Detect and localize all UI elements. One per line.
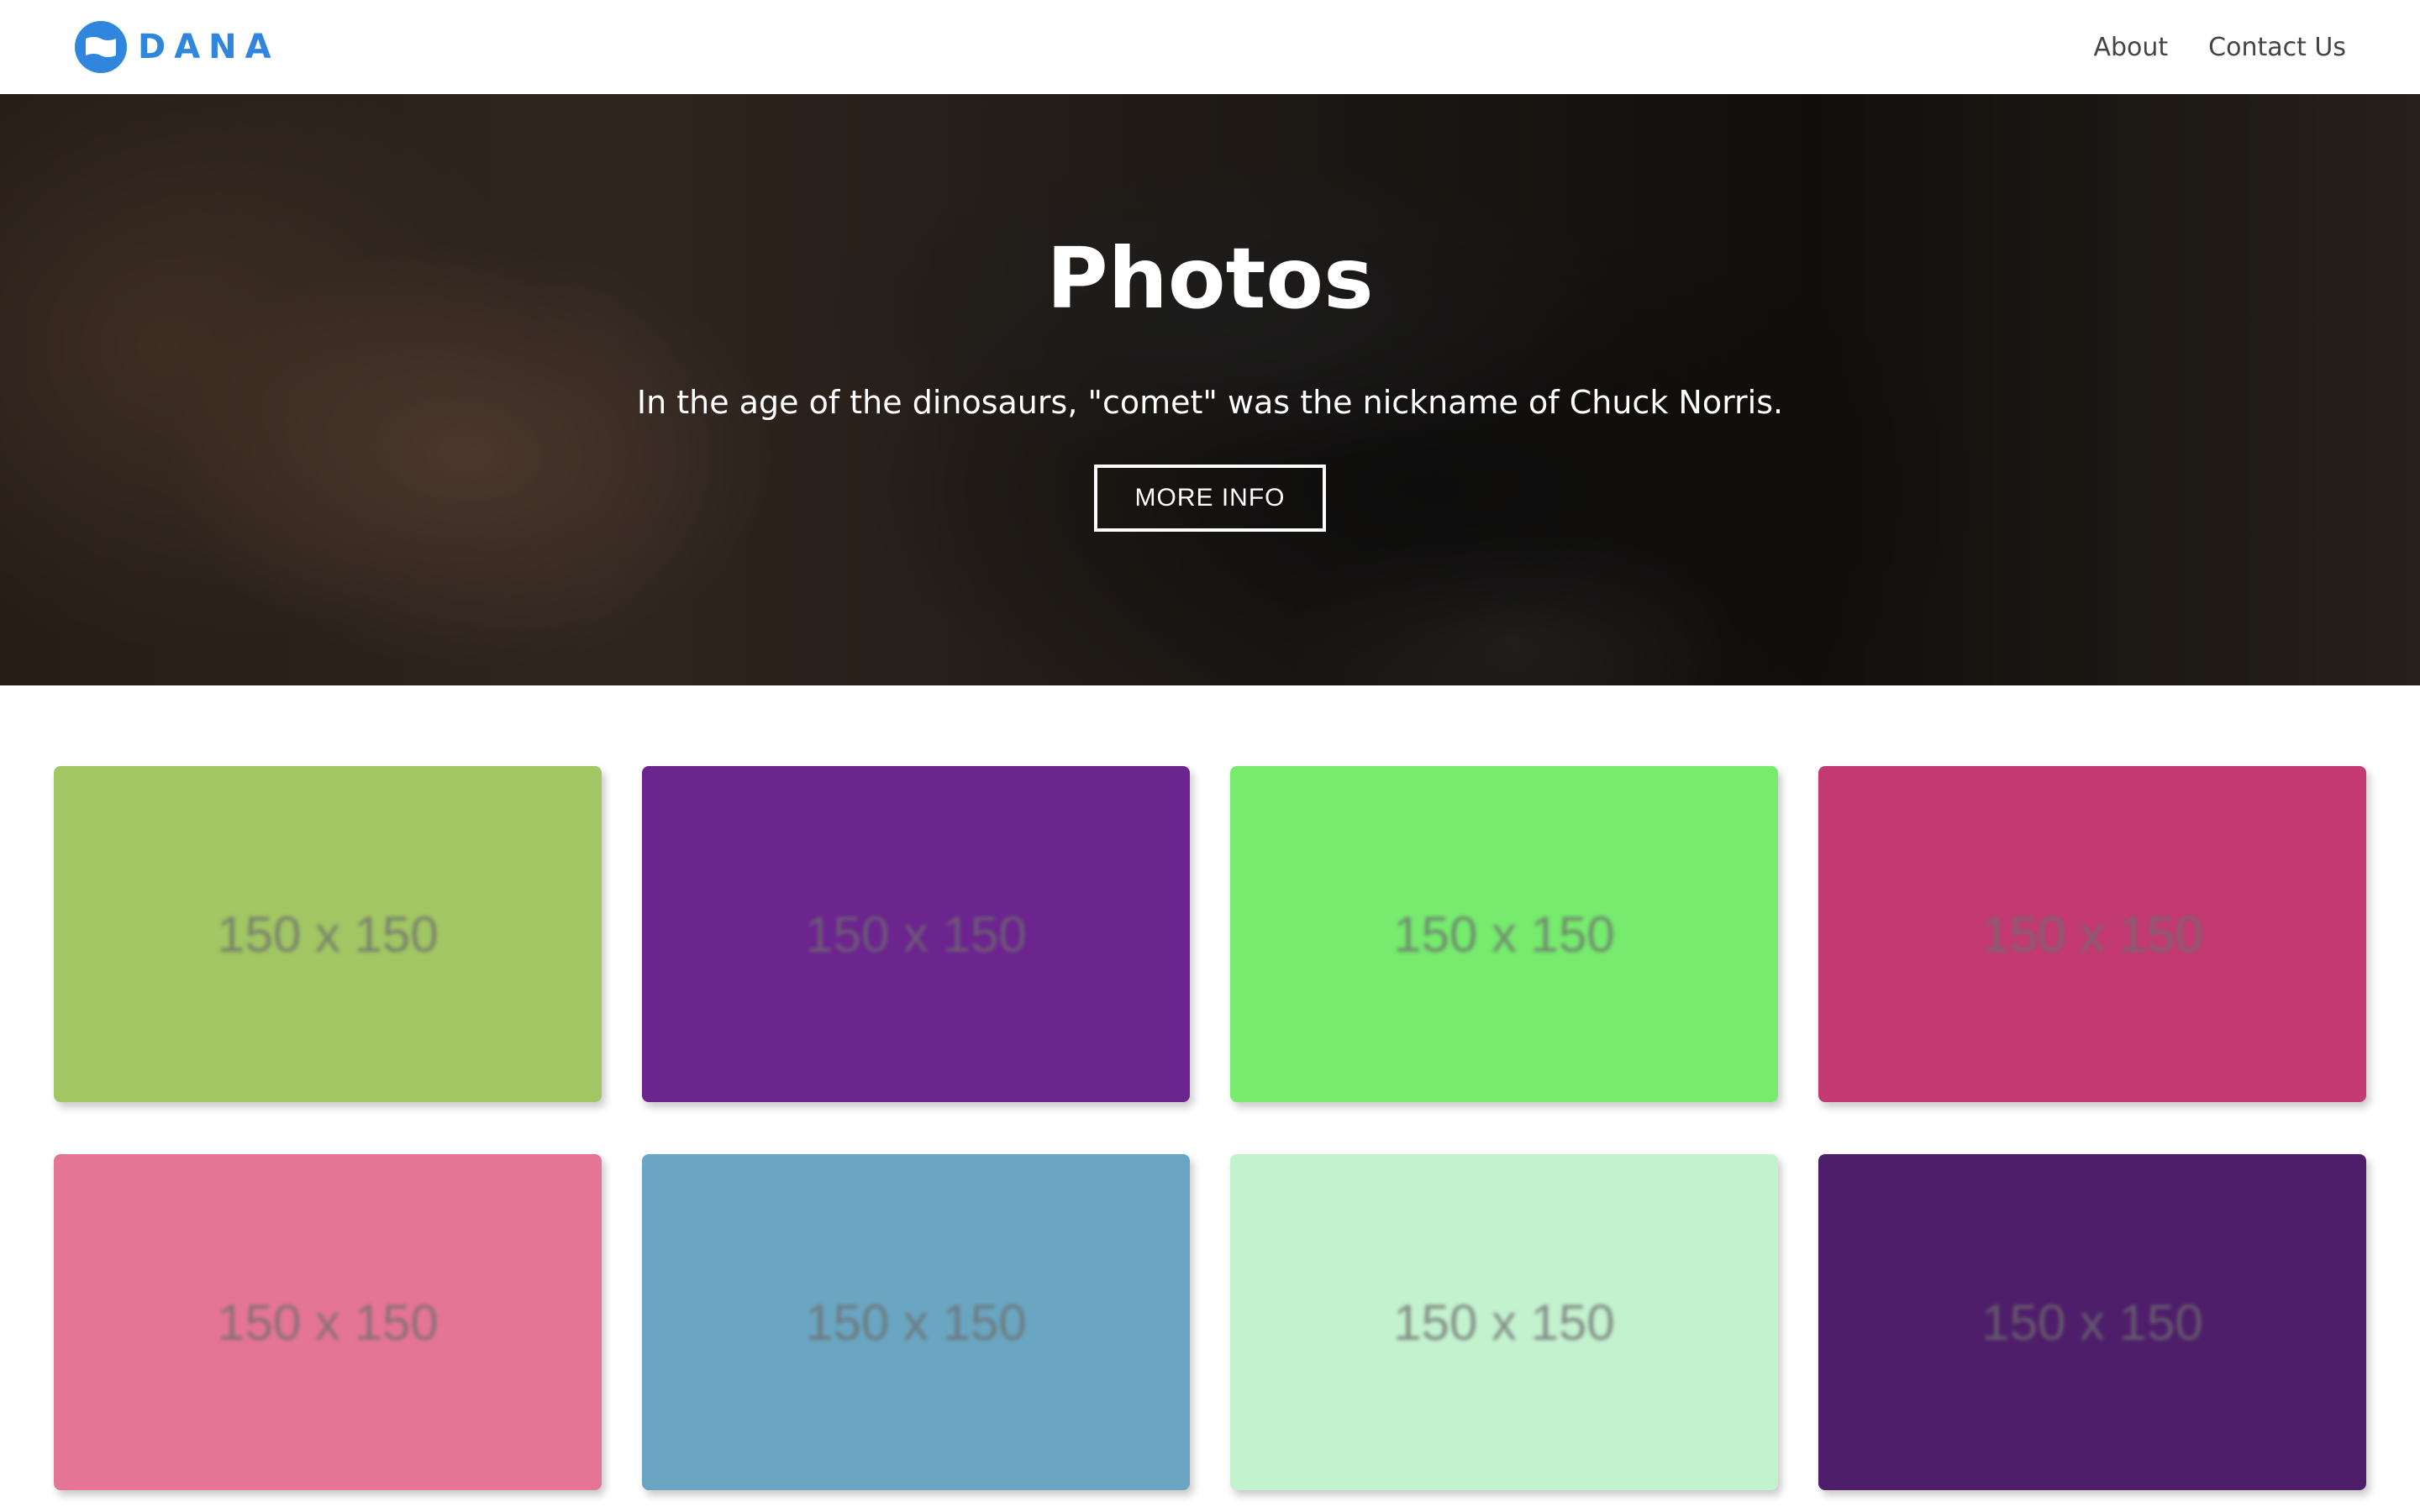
- placeholder-label: 150 x 150: [805, 906, 1027, 963]
- photo-tile[interactable]: 150 x 150: [642, 1154, 1190, 1490]
- hero-subtitle: In the age of the dinosaurs, "comet" was…: [636, 384, 1784, 421]
- placeholder-label: 150 x 150: [217, 1294, 439, 1351]
- placeholder-label: 150 x 150: [805, 1294, 1027, 1351]
- photo-tile[interactable]: 150 x 150: [1818, 766, 2366, 1102]
- placeholder-label: 150 x 150: [1393, 906, 1615, 963]
- placeholder-label: 150 x 150: [1981, 906, 2203, 963]
- photo-tile[interactable]: 150 x 150: [1230, 766, 1778, 1102]
- placeholder-label: 150 x 150: [217, 906, 439, 963]
- more-info-button[interactable]: MORE INFO: [1094, 465, 1326, 532]
- logo[interactable]: DANA: [74, 20, 280, 74]
- photo-tile[interactable]: 150 x 150: [54, 1154, 602, 1490]
- nav-link-about[interactable]: About: [2093, 33, 2168, 62]
- photo-tile[interactable]: 150 x 150: [642, 766, 1190, 1102]
- photo-tile[interactable]: 150 x 150: [1818, 1154, 2366, 1490]
- dana-logo-icon: [75, 21, 127, 73]
- placeholder-label: 150 x 150: [1981, 1294, 2203, 1351]
- photo-grid: 150 x 150 150 x 150 150 x 150 150 x 150 …: [54, 766, 2366, 1490]
- photo-tile[interactable]: 150 x 150: [1230, 1154, 1778, 1490]
- site-header: DANA About Contact Us: [0, 0, 2420, 94]
- hero-banner: Photos In the age of the dinosaurs, "com…: [0, 94, 2420, 685]
- photo-tile[interactable]: 150 x 150: [54, 766, 602, 1102]
- main-nav: About Contact Us: [2053, 33, 2346, 62]
- placeholder-label: 150 x 150: [1393, 1294, 1615, 1351]
- hero-content: Photos In the age of the dinosaurs, "com…: [0, 94, 2420, 685]
- page-title: Photos: [1046, 229, 1374, 328]
- logo-text: DANA: [138, 28, 280, 66]
- nav-link-contact-us[interactable]: Contact Us: [2208, 33, 2346, 62]
